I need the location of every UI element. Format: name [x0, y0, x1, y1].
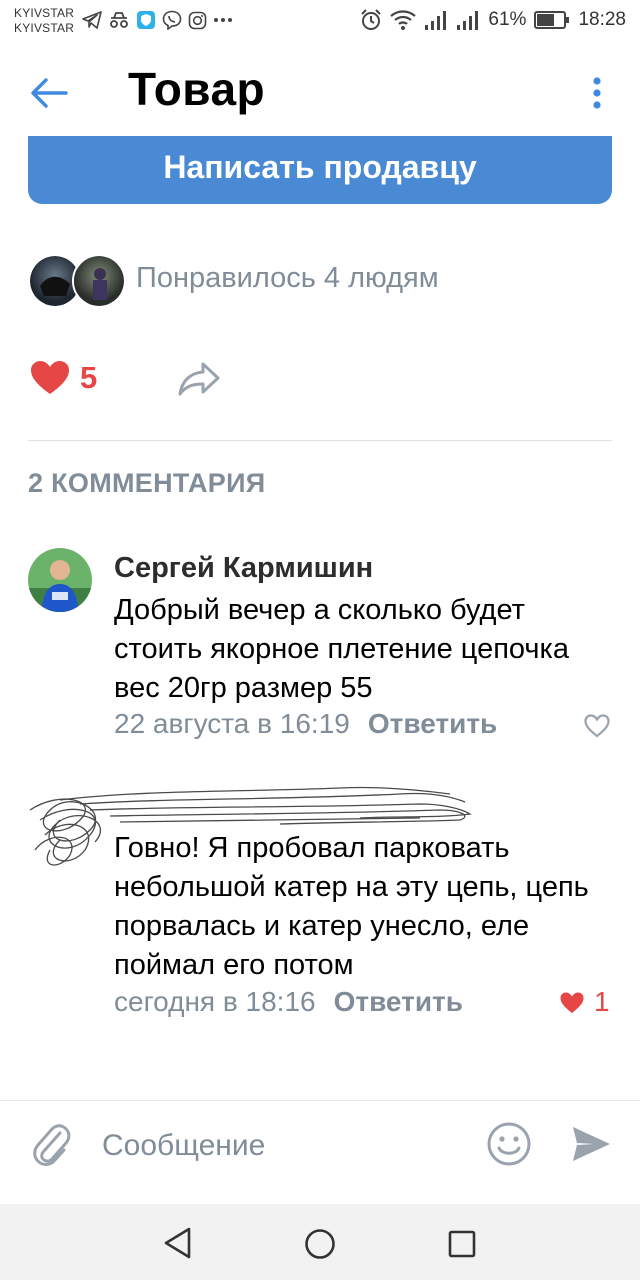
- message-input[interactable]: [100, 1123, 464, 1169]
- telegram-icon: [82, 11, 102, 29]
- reply-button[interactable]: Ответить: [334, 986, 463, 1017]
- liked-avatars[interactable]: [28, 254, 126, 308]
- instagram-icon: [188, 11, 207, 29]
- kebab-menu-icon[interactable]: [586, 72, 608, 114]
- nav-back-icon[interactable]: [162, 1226, 194, 1260]
- share-icon[interactable]: [176, 358, 222, 398]
- attachment-icon[interactable]: [30, 1121, 72, 1167]
- avatar[interactable]: [28, 548, 92, 612]
- heart-icon[interactable]: [558, 991, 586, 1015]
- comment-meta: сегодня в 18:16 Ответить: [114, 986, 463, 1018]
- notification-icons: [82, 10, 233, 30]
- shield-icon: [137, 11, 155, 29]
- signal-icon: [425, 11, 447, 30]
- carrier-2: KYIVSTAR: [14, 21, 75, 35]
- comments-header: 2 КОММЕНТАРИЯ: [28, 468, 266, 498]
- avatar: [72, 254, 126, 308]
- heart-icon[interactable]: [30, 360, 70, 396]
- battery-icon: [534, 11, 570, 29]
- heart-outline-icon[interactable]: [584, 714, 610, 738]
- more-icon: [214, 18, 232, 22]
- wifi-icon: [390, 10, 417, 30]
- comment-text: Говно! Я пробовал парковать небольшой ка…: [114, 832, 589, 981]
- divider: [28, 440, 612, 441]
- clock: 18:28: [578, 9, 626, 30]
- send-icon[interactable]: [570, 1123, 612, 1165]
- battery-percent: 61%: [488, 9, 527, 30]
- page-title: Товар: [128, 63, 266, 115]
- reply-button[interactable]: Ответить: [368, 708, 497, 739]
- nav-home-icon[interactable]: [304, 1228, 336, 1260]
- emoji-icon[interactable]: [486, 1121, 532, 1167]
- comment-meta: 22 августа в 16:19 Ответить: [114, 708, 497, 740]
- incognito-icon: [110, 12, 128, 28]
- carrier-names: KYIVSTAR KYIVSTAR: [14, 6, 74, 36]
- signal-icon-2: [457, 11, 479, 30]
- comment-like-count[interactable]: 1: [594, 986, 610, 1018]
- viber-icon: [162, 10, 182, 30]
- comment-author[interactable]: Сергей Кармишин: [114, 552, 373, 585]
- system-indicators: 61% 18:28: [360, 9, 626, 31]
- alarm-icon: [361, 9, 382, 30]
- nav-recents-icon[interactable]: [448, 1230, 476, 1258]
- write-seller-button[interactable]: Написать продавцу: [28, 136, 612, 204]
- comment-time: 22 августа в 16:19: [114, 708, 350, 739]
- system-navigation-bar: [0, 1204, 640, 1280]
- liked-by-text[interactable]: Понравилось 4 людям: [136, 262, 439, 295]
- comment-text: Добрый вечер а сколько будет стоить якор…: [114, 594, 569, 704]
- arrow-left-icon[interactable]: [28, 72, 70, 114]
- comment-time: сегодня в 18:16: [114, 986, 316, 1017]
- status-bar: KYIVSTAR KYIVSTAR 61% 18:28: [0, 0, 640, 44]
- like-count[interactable]: 5: [80, 360, 97, 396]
- carrier-1: KYIVSTAR: [14, 6, 75, 20]
- app-header: Товар: [0, 44, 640, 142]
- message-composer: [0, 1100, 640, 1205]
